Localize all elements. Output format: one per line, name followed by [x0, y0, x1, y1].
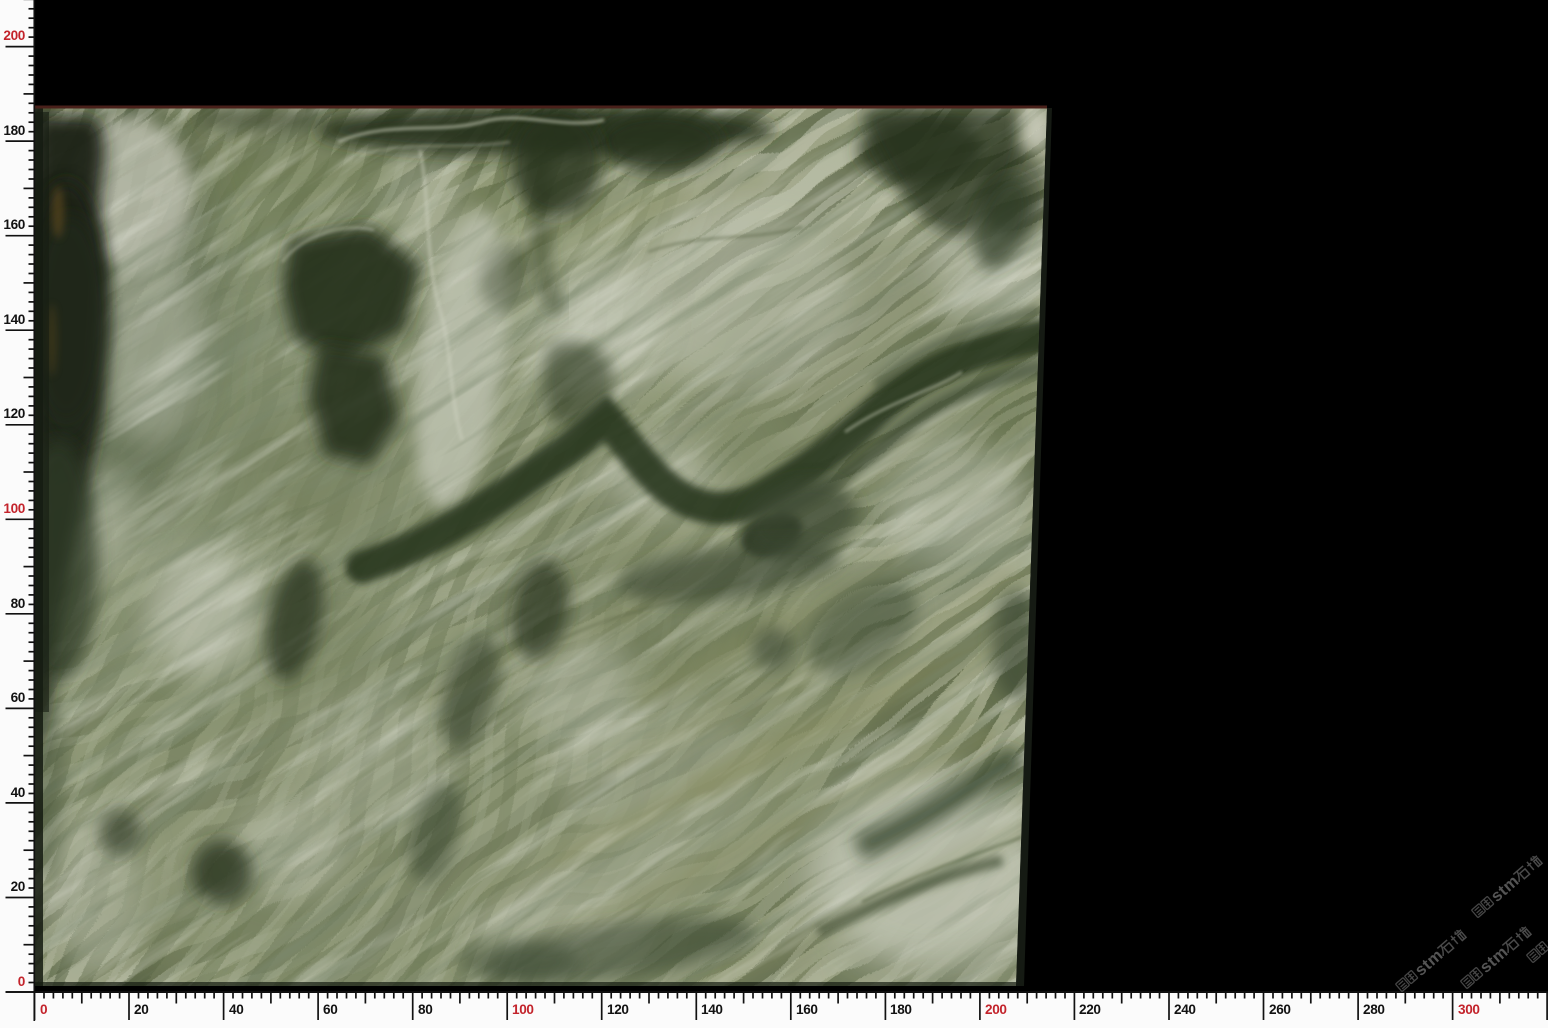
svg-text:stm: stm	[1488, 872, 1523, 906]
svg-text:stm: stm	[1477, 943, 1512, 977]
svg-text:stm: stm	[1412, 946, 1447, 980]
